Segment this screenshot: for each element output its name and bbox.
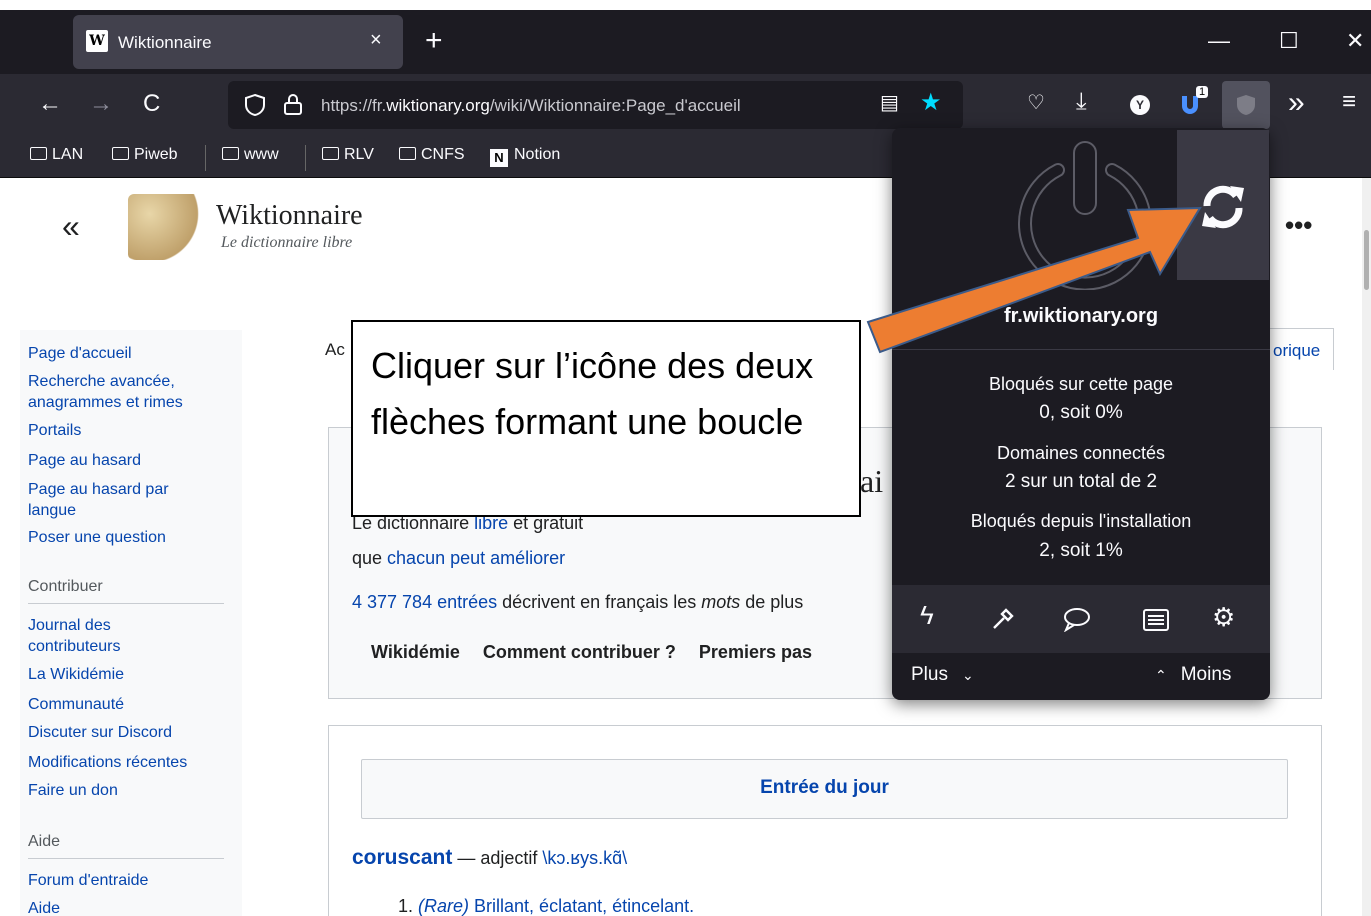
entry-of-day-title[interactable]: Entrée du jour (361, 777, 1288, 799)
link-entries-count[interactable]: 4 377 784 entrées (352, 592, 497, 612)
url-text[interactable]: https://fr.wiktionary.org/wiki/Wiktionna… (321, 96, 741, 116)
ublock-origin-button[interactable] (1222, 81, 1270, 129)
folder-icon (112, 147, 129, 160)
wiktionary-logo[interactable] (128, 194, 200, 260)
welcome-line-2: que chacun peut améliorer (352, 548, 566, 568)
settings-gears-icon[interactable]: ⚙ (1212, 602, 1235, 633)
sidebar-link-advanced-search[interactable]: Recherche avancée, anagrammes et rimes (28, 371, 228, 413)
yoroi-extension-icon[interactable]: Y (1130, 95, 1150, 115)
pocket-icon[interactable]: ♡ (1027, 90, 1045, 115)
folder-icon (222, 147, 239, 160)
bookmark-folder-www[interactable]: www (222, 146, 279, 164)
entry-word[interactable]: coruscant (352, 846, 452, 869)
eyedropper-icon[interactable] (990, 606, 1016, 632)
hamburger-menu-icon[interactable]: ≡ (1342, 88, 1356, 116)
stat-domains-value: 2 sur un total de 2 (1004, 471, 1158, 492)
sidebar-link-community[interactable]: Communauté (28, 694, 124, 715)
reload-icon[interactable]: C (143, 90, 160, 118)
page-tab-history[interactable]: orique (1266, 328, 1334, 370)
sidebar-link-help-forum[interactable]: Forum d'entraide (28, 870, 148, 891)
popup-domain: fr.wiktionary.org (1003, 305, 1159, 327)
bookmark-star-icon[interactable]: ★ (920, 88, 942, 117)
maximize-icon[interactable]: ☐ (1279, 28, 1299, 54)
lock-icon[interactable] (283, 92, 303, 116)
tab-title: Wiktionnaire (118, 33, 212, 52)
link-comment-contribuer[interactable]: Comment contribuer ? (483, 642, 676, 662)
stat-blocked-label: Bloqués sur cette page (988, 374, 1174, 394)
sidebar-link-wikidemie[interactable]: La Wikidémie (28, 664, 124, 685)
bookmark-folder-lan[interactable]: LAN (30, 146, 83, 164)
sidebar-heading-contribute: Contribuer (28, 578, 103, 595)
new-tab-button[interactable]: + (425, 24, 443, 58)
welcome-line-3: 4 377 784 entrées décrivent en français … (352, 592, 804, 612)
collapse-sidebar-button[interactable]: « (62, 208, 80, 245)
notion-icon: N (490, 149, 508, 167)
forward-arrow-icon[interactable]: → (89, 90, 113, 118)
welcome-title-fragment: ai (860, 463, 884, 499)
page-tab-left[interactable]: Ac (325, 340, 345, 360)
extension-badge: 1 (1196, 86, 1209, 98)
bookmark-separator (205, 145, 206, 171)
entry-of-day-box (328, 725, 1322, 916)
link-wikidemie[interactable]: Wikidémie (371, 642, 460, 662)
bookmark-notion[interactable]: N Notion (490, 146, 560, 167)
window-top-strip (0, 0, 1371, 10)
bookmark-separator (305, 145, 306, 171)
stat-since-value: 2, soit 1% (1039, 540, 1123, 561)
tracking-shield-icon[interactable] (244, 93, 266, 117)
wiktionary-favicon-icon: W (86, 30, 108, 52)
sidebar-link-contrib-journal[interactable]: Journal des contributeurs (28, 615, 178, 657)
power-button-icon[interactable] (1010, 140, 1160, 290)
link-premiers-pas[interactable]: Premiers pas (699, 642, 812, 662)
reader-view-icon[interactable]: ▤ (880, 90, 899, 115)
sidebar-link-donate[interactable]: Faire un don (28, 780, 118, 801)
sidebar-link-random-language[interactable]: Page au hasard par langue (28, 479, 208, 521)
folder-icon (322, 147, 339, 160)
bookmark-folder-piweb[interactable]: Piweb (112, 146, 178, 164)
popup-less-button[interactable]: ⌃ Moins (1155, 664, 1231, 686)
sidebar-link-ask[interactable]: Poser une question (28, 527, 166, 548)
scrollbar-thumb[interactable] (1364, 230, 1369, 290)
bookmark-folder-cnfs[interactable]: CNFS (399, 146, 465, 164)
tab-close-icon[interactable]: × (370, 29, 382, 52)
minimize-icon[interactable]: — (1208, 28, 1230, 54)
popup-more-button[interactable]: Plus ⌄ (911, 664, 974, 686)
stat-since-label: Bloqués depuis l'installation (970, 511, 1192, 531)
comment-icon[interactable] (1062, 606, 1092, 632)
sidebar-divider (28, 603, 224, 604)
extensions-overflow-icon[interactable]: » (1288, 86, 1305, 120)
site-tagline: Le dictionnaire libre (221, 234, 353, 251)
link-chacun-peut-ameliorer[interactable]: chacun peut améliorer (387, 548, 565, 568)
sidebar-divider (28, 858, 224, 859)
welcome-links: Wikidémie Comment contribuer ? Premiers … (371, 642, 812, 663)
sidebar-link-random[interactable]: Page au hasard (28, 450, 141, 471)
sidebar-link-discord[interactable]: Discuter sur Discord (28, 722, 172, 743)
close-window-icon[interactable]: ✕ (1346, 28, 1364, 54)
instruction-callout: Cliquer sur l’icône des deux flèches for… (351, 320, 861, 517)
stat-domains-label: Domaines connectés (996, 443, 1166, 463)
entry-pronunciation[interactable]: \kɔ.ʁys.kɑ̃\ (542, 848, 627, 868)
lightning-icon[interactable]: ϟ (920, 600, 934, 631)
logger-list-icon[interactable] (1142, 608, 1170, 632)
refresh-loop-icon[interactable] (1199, 184, 1247, 230)
back-arrow-icon[interactable]: ← (38, 90, 62, 118)
folder-icon (30, 147, 47, 160)
sidebar-link-recent-changes[interactable]: Modifications récentes (28, 752, 187, 773)
sidebar-link-help[interactable]: Aide (28, 898, 60, 916)
popup-divider (892, 349, 1270, 350)
site-name[interactable]: Wiktionnaire (216, 200, 363, 232)
folder-icon (399, 147, 416, 160)
bookmark-folder-rlv[interactable]: RLV (322, 146, 374, 164)
more-options-icon[interactable]: ••• (1285, 210, 1312, 241)
download-icon[interactable]: ⤓ (1076, 88, 1087, 116)
sidebar-link-home[interactable]: Page d'accueil (28, 343, 132, 364)
sidebar-heading-help: Aide (28, 833, 61, 850)
entry-definition: 1. (Rare) Brillant, éclatant, étincelant… (398, 896, 695, 916)
ublock-shield-icon (1237, 95, 1255, 115)
stat-blocked-value: 0, soit 0% (1039, 402, 1123, 423)
entry-word-line: coruscant — adjectif \kɔ.ʁys.kɑ̃\ (352, 846, 628, 869)
sidebar-link-portals[interactable]: Portails (28, 420, 81, 441)
